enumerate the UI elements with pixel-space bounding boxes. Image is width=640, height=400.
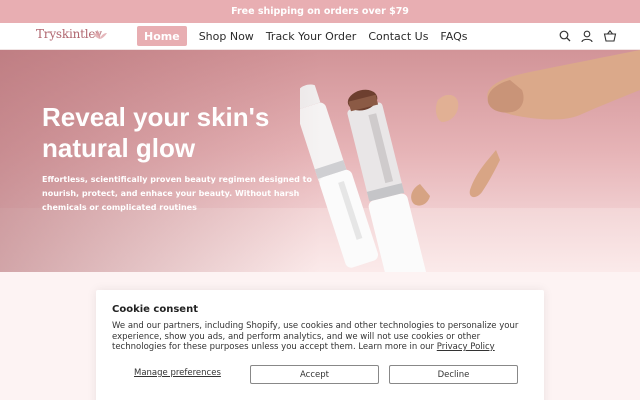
search-icon[interactable] [558,29,572,43]
main-nav: Home Shop Now Track Your Order Contact U… [137,26,479,46]
nav-contact-us[interactable]: Contact Us [368,26,428,46]
nav-faqs[interactable]: FAQs [440,26,467,46]
cart-icon[interactable] [603,29,617,43]
hero-banner: Reveal your skin's natural glow Effortle… [0,50,640,272]
announcement-bar: Free shipping on orders over $79 [0,0,640,23]
privacy-policy-link[interactable]: Privacy Policy [437,342,495,352]
leaf-logo-icon [93,30,107,39]
manage-preferences-link[interactable]: Manage preferences [134,368,221,378]
hero-title: Reveal your skin's natural glow [42,102,270,163]
nav-track-order[interactable]: Track Your Order [266,26,357,46]
cookie-text: We and our partners, including Shopify, … [112,321,524,353]
cookie-title: Cookie consent [112,304,198,315]
decline-button[interactable]: Decline [389,365,518,384]
hero-product-image [300,50,640,272]
hero-subtitle: Effortless, scientifically proven beauty… [42,175,312,212]
cookie-consent-banner: Cookie consent We and our partners, incl… [96,290,544,400]
site-header: Tryskintlev Home Shop Now Track Your Ord… [0,23,640,50]
nav-home[interactable]: Home [137,26,187,46]
announcement-text: Free shipping on orders over $79 [231,6,409,17]
accept-button[interactable]: Accept [250,365,379,384]
nav-shop-now[interactable]: Shop Now [199,26,254,46]
account-icon[interactable] [580,29,594,43]
